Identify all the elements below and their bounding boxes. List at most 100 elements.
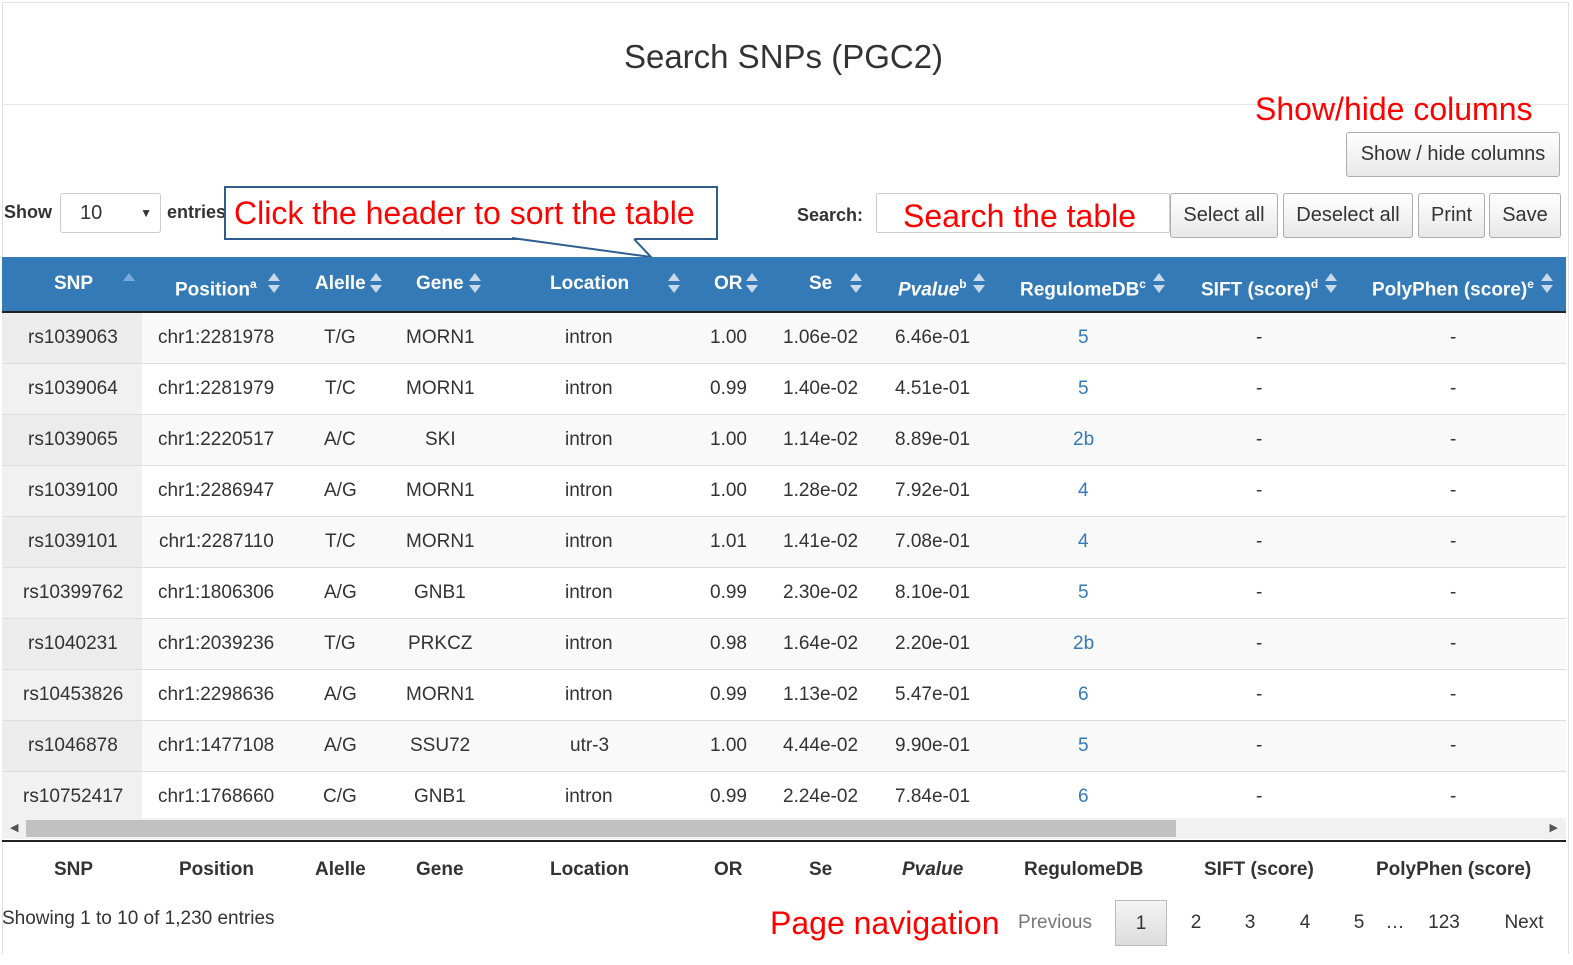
sort-icon[interactable] (123, 273, 135, 295)
cell-or: 0.98 (710, 633, 747, 654)
cell-snp: rs1039100 (28, 480, 118, 501)
page-title: Search SNPs (PGC2) (623, 38, 944, 75)
cell-regulome[interactable]: 5 (1078, 313, 1089, 363)
table-row: rs1039100 chr1:2286947 A/G MORN1 intron 1.00 1… (2, 466, 1566, 517)
entries-select[interactable]: 10 ▼ (60, 193, 161, 233)
cell-pvalue: 4.51e-01 (895, 378, 971, 399)
save-button[interactable]: Save (1489, 193, 1561, 238)
cell-or: 1.01 (710, 531, 747, 552)
column-header-se[interactable]: Se (809, 257, 832, 311)
pagination-page-1[interactable]: 1 (1115, 900, 1167, 946)
pagination-next[interactable]: Next (1494, 900, 1554, 946)
table-row: rs10399762 chr1:1806306 A/G GNB1 intron 0.99 2… (2, 568, 1566, 619)
cell-regulome[interactable]: 6 (1078, 772, 1089, 822)
column-header-sift[interactable]: SIFT (score)d (1201, 257, 1318, 311)
cell-pvalue: 7.08e-01 (895, 531, 971, 552)
cell-sift: - (1256, 786, 1263, 807)
cell-pvalue: 2.20e-01 (895, 633, 971, 654)
column-header-snp[interactable]: SNP (54, 257, 93, 311)
cell-se: 1.41e-02 (783, 531, 859, 552)
cell-regulome[interactable]: 2b (1073, 415, 1094, 465)
column-header-allele[interactable]: Alelle (315, 257, 366, 311)
column-header-label: Alelle (315, 273, 366, 294)
select-all-button[interactable]: Select all (1170, 193, 1278, 238)
column-header-footnote: a (249, 277, 257, 291)
pagination-previous[interactable]: Previous (1010, 900, 1100, 946)
table-info: Showing 1 to 10 of 1,230 entries (2, 908, 275, 929)
table-header: SNP Positiona Alelle Gene Location OR Se Pvalue… (2, 257, 1566, 313)
sort-icon[interactable] (1541, 273, 1553, 295)
sort-icon[interactable] (668, 273, 680, 295)
column-header-label: Position (175, 279, 250, 301)
cell-regulome[interactable]: 2b (1073, 619, 1094, 669)
cell-se: 4.44e-02 (783, 735, 859, 756)
cell-snp: rs1039063 (28, 327, 118, 348)
column-header-regulome[interactable]: RegulomeDBc (1020, 257, 1146, 311)
cell-sift: - (1256, 531, 1263, 552)
cell-gene: MORN1 (406, 531, 475, 552)
pagination-page-4[interactable]: 4 (1287, 900, 1323, 946)
footer-regulome: RegulomeDB (1024, 859, 1144, 880)
column-header-position[interactable]: Positiona (175, 257, 257, 311)
column-header-location[interactable]: Location (550, 257, 629, 311)
cell-location: utr-3 (570, 735, 610, 756)
scroll-right-icon[interactable]: ▶ (1550, 821, 1558, 834)
sort-icon[interactable] (469, 273, 481, 295)
cell-regulome[interactable]: 4 (1078, 466, 1089, 516)
footer-se: Se (809, 859, 833, 880)
cell-regulome[interactable]: 5 (1078, 568, 1089, 618)
cell-regulome[interactable]: 5 (1078, 721, 1089, 771)
cell-regulome[interactable]: 5 (1078, 364, 1089, 414)
column-header-label: PolyPhen (score) (1372, 279, 1528, 301)
cell-sift: - (1256, 633, 1263, 654)
column-header-footnote: b (959, 277, 967, 291)
cell-gene: PRKCZ (408, 633, 473, 654)
search-label: Search: (797, 205, 864, 225)
sort-icon[interactable] (1153, 273, 1165, 295)
footer-polyphen: PolyPhen (score) (1376, 859, 1532, 880)
table-row: rs1039065 chr1:2220517 A/C SKI intron 1.00 1.1… (2, 415, 1566, 466)
column-header-polyphen[interactable]: PolyPhen (score)e (1372, 257, 1534, 311)
pagination-page-5[interactable]: 5 (1341, 900, 1377, 946)
scrollbar-thumb[interactable] (26, 820, 1176, 837)
sort-icon[interactable] (370, 273, 382, 295)
sort-icon[interactable] (973, 273, 985, 295)
sort-icon[interactable] (850, 273, 862, 295)
scroll-left-icon[interactable]: ◀ (10, 821, 18, 834)
horizontal-scrollbar[interactable]: ◀ ▶ (2, 818, 1566, 839)
column-header-gene[interactable]: Gene (416, 257, 464, 311)
footer-position: Position (179, 859, 254, 880)
deselect-all-button[interactable]: Deselect all (1283, 193, 1413, 238)
cell-se: 1.13e-02 (783, 684, 859, 705)
cell-regulome[interactable]: 6 (1078, 670, 1089, 720)
cell-allele: T/G (324, 633, 356, 654)
footer-sift: SIFT (score) (1204, 859, 1314, 880)
cell-snp: rs1039101 (28, 531, 118, 552)
print-button[interactable]: Print (1418, 193, 1485, 238)
pagination-page-last[interactable]: 123 (1418, 900, 1470, 946)
cell-se: 1.64e-02 (783, 633, 859, 654)
sort-icon[interactable] (268, 273, 280, 295)
sort-icon[interactable] (1325, 273, 1337, 295)
cell-allele: T/C (325, 378, 356, 399)
cell-snp: rs1039065 (28, 429, 118, 450)
table-row: rs1040231 chr1:2039236 T/G PRKCZ intron 0.98 1… (2, 619, 1566, 670)
cell-se: 1.40e-02 (783, 378, 859, 399)
sort-icon[interactable] (746, 273, 758, 295)
cell-gene: MORN1 (406, 327, 475, 348)
table-row: rs1039063 chr1:2281978 T/G MORN1 intron 1.00 1… (2, 313, 1566, 364)
cell-snp: rs1040231 (28, 633, 118, 654)
pagination-page-2[interactable]: 2 (1178, 900, 1214, 946)
column-header-pvalue[interactable]: Pvalueb (898, 257, 967, 311)
cell-snp: rs1046878 (28, 735, 118, 756)
cell-snp: rs10752417 (23, 786, 124, 807)
cell-polyphen: - (1450, 684, 1457, 705)
cell-position: chr1:1477108 (158, 735, 275, 756)
show-hide-columns-button[interactable]: Show / hide columns (1346, 132, 1560, 177)
pagination-page-3[interactable]: 3 (1232, 900, 1268, 946)
footer-location: Location (550, 859, 630, 880)
cell-regulome[interactable]: 4 (1078, 517, 1089, 567)
entries-label: entries (167, 202, 227, 222)
column-header-or[interactable]: OR (714, 257, 743, 311)
column-header-footnote: d (1310, 277, 1319, 291)
